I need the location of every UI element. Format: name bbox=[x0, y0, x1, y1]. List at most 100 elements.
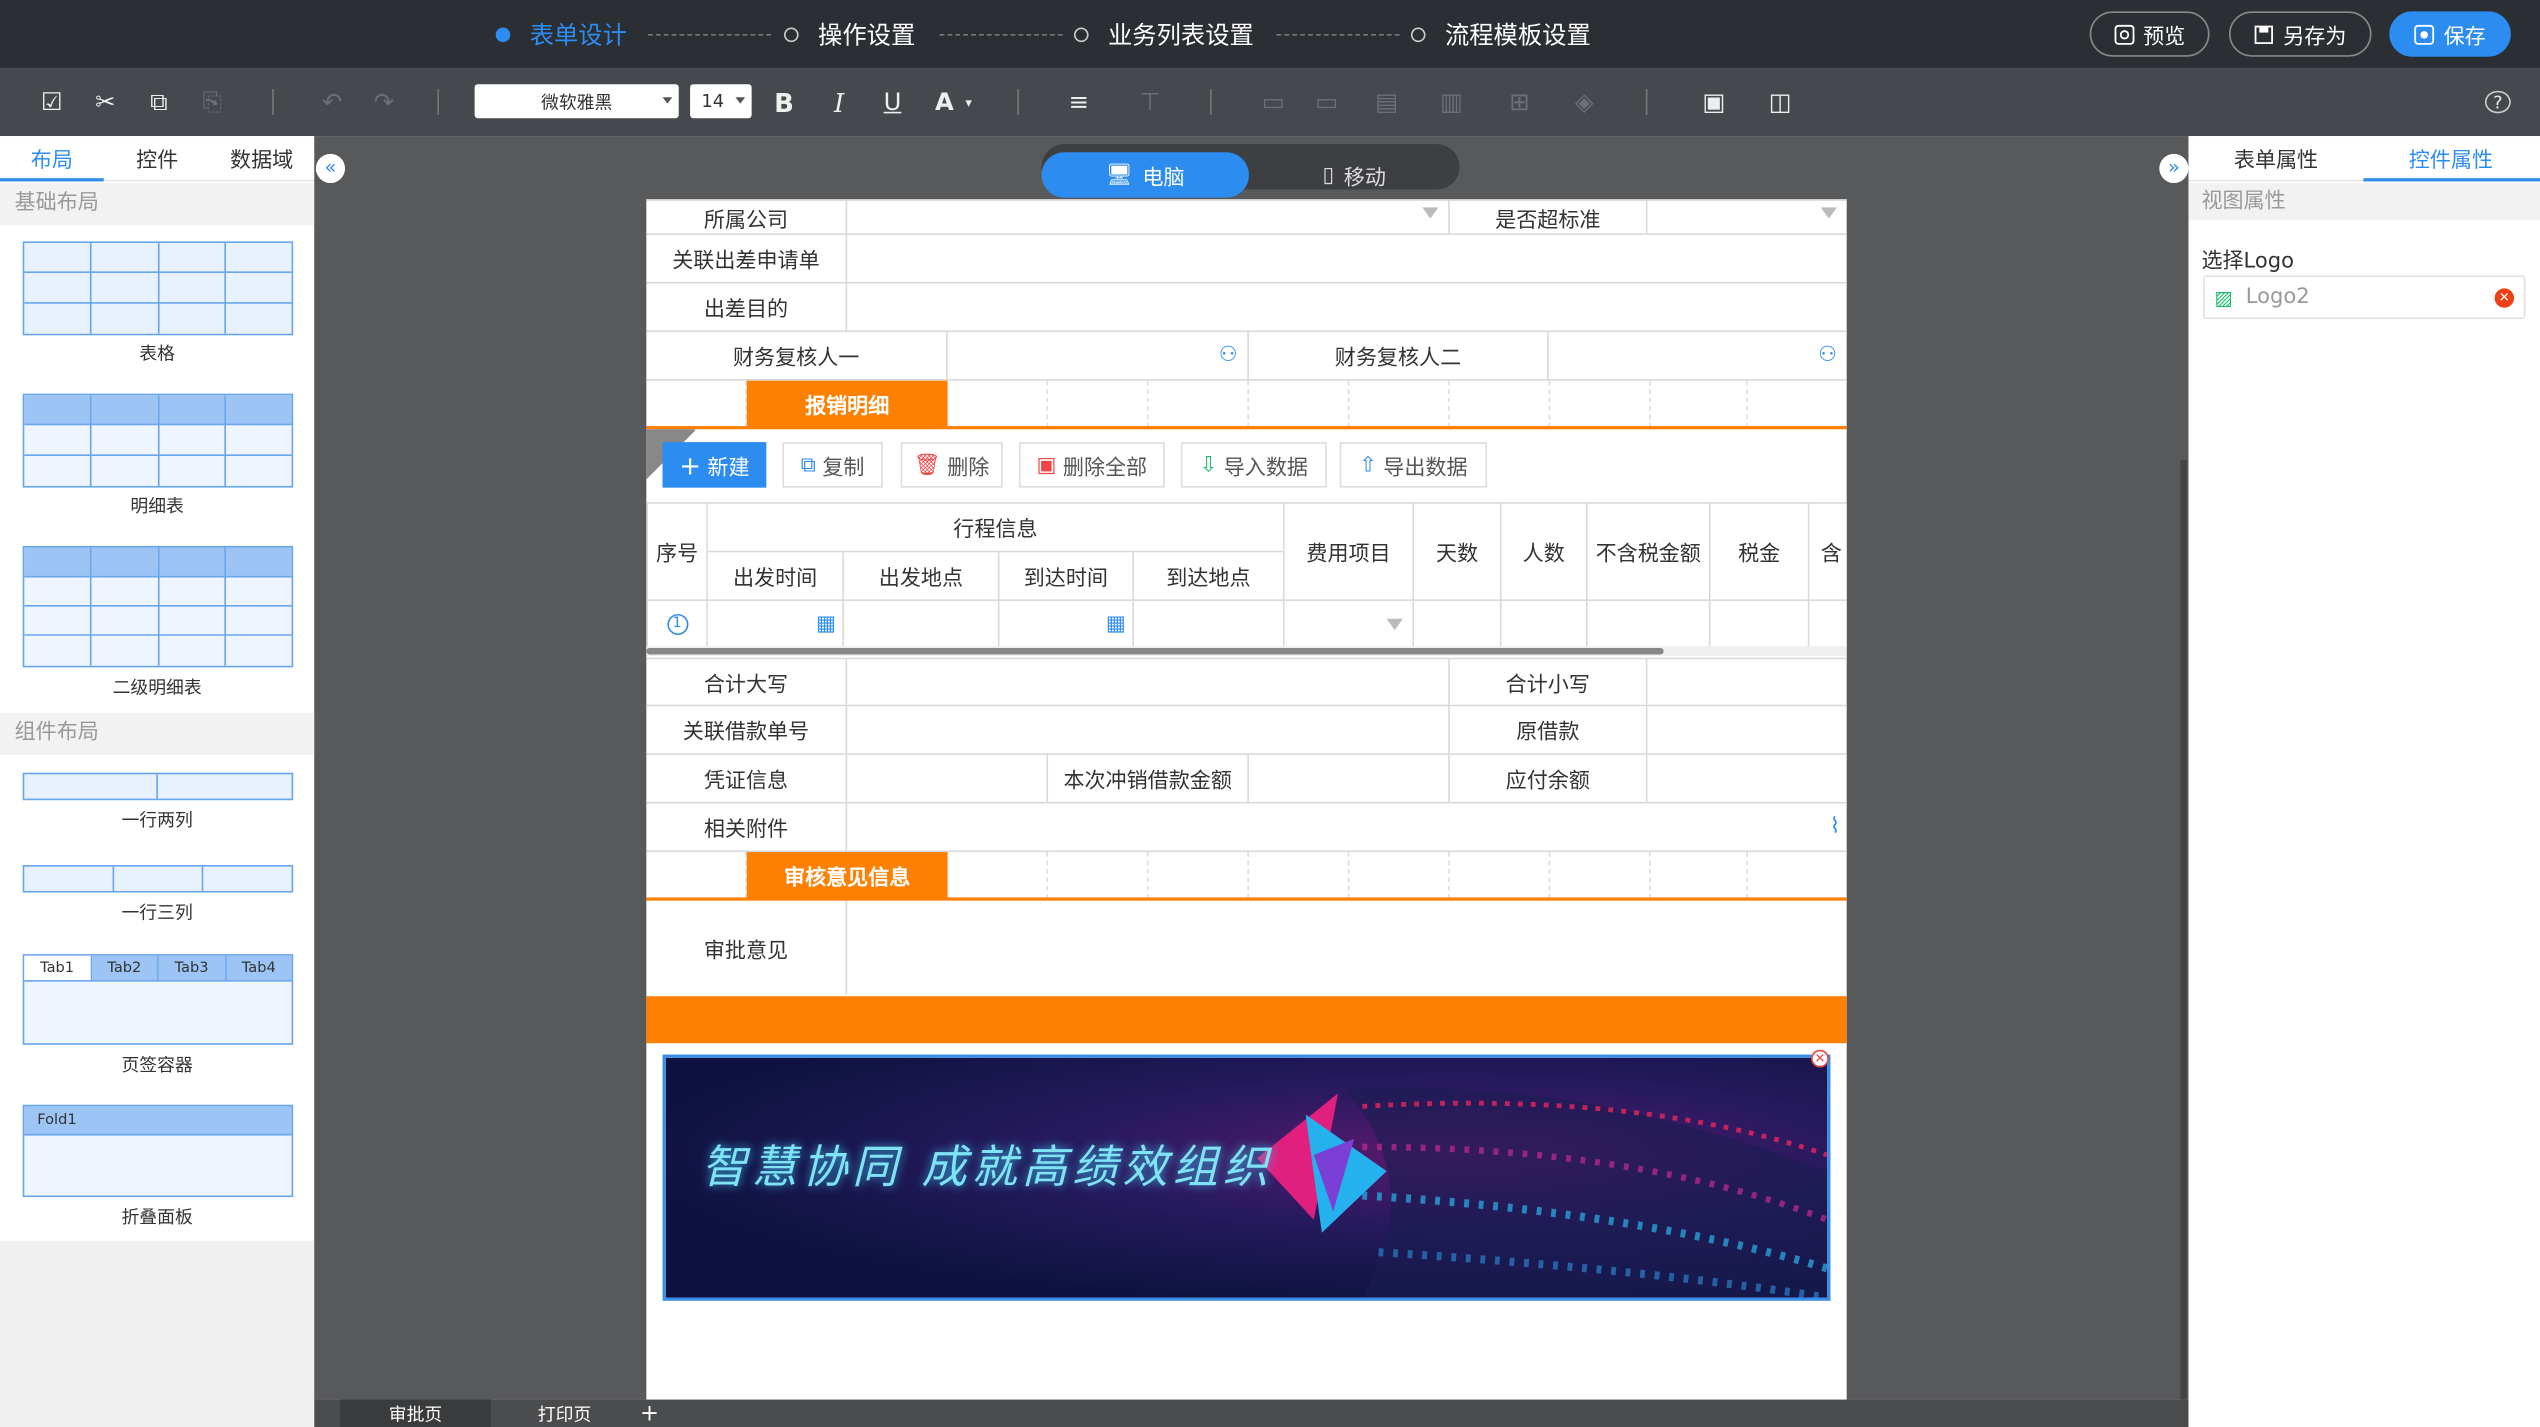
tab-form-properties[interactable]: 表单属性 bbox=[2234, 143, 2318, 173]
incl-input[interactable] bbox=[1809, 600, 1847, 647]
collapse-left-icon[interactable]: « bbox=[315, 153, 346, 184]
banner-slogan: 智慧协同 成就高绩效组织 bbox=[701, 1140, 1274, 1194]
font-color-button[interactable]: A bbox=[931, 87, 957, 116]
tab-data-domain[interactable]: 数据域 bbox=[230, 143, 293, 173]
insert-row-icon[interactable]: ▤ bbox=[1366, 87, 1408, 116]
over-standard-select[interactable] bbox=[1647, 201, 1846, 233]
copy-icon[interactable]: ⧉ bbox=[146, 87, 172, 116]
loan-no-label: 关联借款单号 bbox=[646, 706, 848, 754]
save-button[interactable]: 保存 bbox=[2389, 11, 2511, 57]
help-icon[interactable]: ? bbox=[2484, 90, 2511, 114]
detail-new-button[interactable]: + 新建 bbox=[662, 442, 767, 488]
paste-icon[interactable]: ⎘ bbox=[199, 87, 225, 116]
step-list-settings[interactable]: 业务列表设置 bbox=[1073, 16, 1254, 52]
loan-no-field[interactable] bbox=[847, 706, 1450, 754]
company-select[interactable] bbox=[847, 200, 1450, 234]
detail-table-scrollbar-thumb[interactable] bbox=[646, 647, 1664, 655]
logo-select-input[interactable]: ▨ Logo2 ✕ bbox=[2203, 275, 2526, 320]
review-opinion-field[interactable] bbox=[847, 901, 1846, 995]
user-icon: ⚇ bbox=[1818, 343, 1837, 368]
offset-amount-field[interactable] bbox=[1249, 754, 1450, 802]
insert-col-icon[interactable]: ▥ bbox=[1430, 87, 1472, 116]
table-component[interactable] bbox=[22, 241, 294, 336]
arrive-place-input[interactable] bbox=[1133, 600, 1285, 647]
tab-controls[interactable]: 控件 bbox=[136, 143, 178, 173]
total-lower-field[interactable] bbox=[1647, 659, 1846, 704]
split-cells-icon[interactable]: ▭ bbox=[1310, 87, 1342, 116]
detail-import-button[interactable]: ⇩ 导入数据 bbox=[1180, 442, 1327, 488]
depart-place-input[interactable] bbox=[843, 600, 1000, 647]
depart-time-input[interactable]: ▦ bbox=[707, 600, 844, 647]
amount-input[interactable] bbox=[1587, 600, 1711, 647]
two-level-detail-component[interactable] bbox=[22, 545, 294, 668]
detail-export-button[interactable]: ⇧ 导出数据 bbox=[1339, 442, 1488, 488]
collapse-right-icon[interactable]: » bbox=[2159, 153, 2189, 184]
detail-delete-all-button[interactable]: ▣ 删除全部 bbox=[1018, 442, 1165, 488]
two-column-component[interactable] bbox=[22, 772, 294, 801]
toolbar-divider bbox=[1645, 89, 1648, 116]
days-input[interactable] bbox=[1414, 600, 1502, 647]
people-input[interactable] bbox=[1501, 600, 1588, 647]
detail-copy-button[interactable]: ⧉ 复制 bbox=[782, 442, 883, 488]
tab-layout[interactable]: 布局 bbox=[31, 143, 73, 173]
tax-input[interactable] bbox=[1710, 600, 1810, 647]
undo-icon[interactable]: ↶ bbox=[319, 87, 345, 116]
reviewer1-field[interactable]: ⚇ bbox=[948, 332, 1249, 380]
fill-color-icon[interactable]: ◈ bbox=[1563, 87, 1605, 116]
step-form-design[interactable]: 表单设计 bbox=[495, 16, 627, 52]
font-size-select[interactable]: 14 bbox=[690, 84, 752, 119]
border-icon[interactable]: ⊞ bbox=[1498, 87, 1540, 116]
phone-icon: ▯ bbox=[1322, 162, 1335, 188]
detail-table-component[interactable] bbox=[22, 393, 294, 488]
reviewer2-field[interactable]: ⚇ bbox=[1549, 332, 1847, 379]
canvas-scrollbar[interactable] bbox=[2180, 460, 2187, 1400]
font-family-select[interactable]: 微软雅黑 bbox=[474, 84, 679, 119]
grid-cell bbox=[646, 380, 747, 428]
attachment-field[interactable]: ⌇ bbox=[847, 803, 1846, 850]
layout-settings-icon[interactable]: ◫ bbox=[1761, 87, 1800, 116]
related-trip-field[interactable] bbox=[847, 235, 1846, 282]
logo-banner-image[interactable]: 智慧协同 成就高绩效组织 bbox=[662, 1054, 1831, 1301]
redo-icon[interactable]: ↷ bbox=[371, 87, 397, 116]
original-loan-label: 原借款 bbox=[1450, 706, 1648, 754]
step-template-settings[interactable]: 流程模板设置 bbox=[1410, 16, 1591, 52]
original-loan-field[interactable] bbox=[1647, 706, 1846, 753]
step-label: 操作设置 bbox=[818, 20, 916, 50]
trip-purpose-field[interactable] bbox=[847, 283, 1846, 330]
desktop-toggle-button[interactable]: 🖥 电脑 bbox=[1041, 152, 1249, 198]
tab-control-properties[interactable]: 控件属性 bbox=[2409, 143, 2493, 173]
expense-item-select[interactable] bbox=[1284, 600, 1415, 647]
add-page-icon[interactable]: + bbox=[638, 1400, 661, 1427]
payable-field[interactable] bbox=[1647, 755, 1846, 802]
italic-button[interactable]: I bbox=[826, 87, 852, 118]
bold-button[interactable]: B bbox=[771, 87, 797, 118]
underline-button[interactable]: U bbox=[880, 87, 906, 116]
preview-button[interactable]: 预览 bbox=[2089, 11, 2210, 57]
chevron-down-icon[interactable]: ▾ bbox=[962, 87, 975, 116]
save-as-button[interactable]: 另存为 bbox=[2228, 11, 2372, 57]
align-top-icon[interactable]: ⊤ bbox=[1134, 87, 1166, 116]
fold-panel-component[interactable]: Fold1 bbox=[22, 1104, 294, 1198]
clear-icon[interactable]: ✕ bbox=[2494, 288, 2515, 308]
grid-cell bbox=[1249, 852, 1350, 900]
grid-cell bbox=[1149, 380, 1249, 428]
table-settings-icon[interactable]: ▣ bbox=[1694, 87, 1733, 116]
table-component-label: 表格 bbox=[139, 343, 175, 365]
detail-delete-button[interactable]: 🗑 删除 bbox=[900, 442, 1003, 488]
checkbox-icon[interactable]: ☑ bbox=[39, 87, 65, 116]
merge-cells-icon[interactable]: ▭ bbox=[1257, 87, 1289, 116]
right-panel-tabs: 表单属性 控件属性 bbox=[2188, 136, 2540, 182]
voucher-field[interactable] bbox=[847, 754, 1049, 802]
total-upper-field[interactable] bbox=[847, 659, 1450, 705]
cut-icon[interactable]: ✂ bbox=[92, 87, 118, 116]
align-left-icon[interactable]: ≡ bbox=[1063, 87, 1095, 116]
mobile-toggle-button[interactable]: ▯ 移动 bbox=[1249, 152, 1460, 197]
tab-print-page[interactable]: 打印页 bbox=[494, 1400, 635, 1427]
step-operation-settings[interactable]: 操作设置 bbox=[784, 16, 915, 52]
remove-image-icon[interactable]: ✕ bbox=[1811, 1049, 1829, 1068]
tab-approval-page[interactable]: 审批页 bbox=[340, 1399, 491, 1427]
arrive-time-input[interactable]: ▦ bbox=[999, 600, 1134, 647]
tab-container-component[interactable]: Tab1 Tab2 Tab3 Tab4 bbox=[22, 954, 294, 1045]
three-column-component[interactable] bbox=[22, 865, 294, 893]
detail-table-scrollbar-track[interactable] bbox=[646, 646, 1847, 657]
